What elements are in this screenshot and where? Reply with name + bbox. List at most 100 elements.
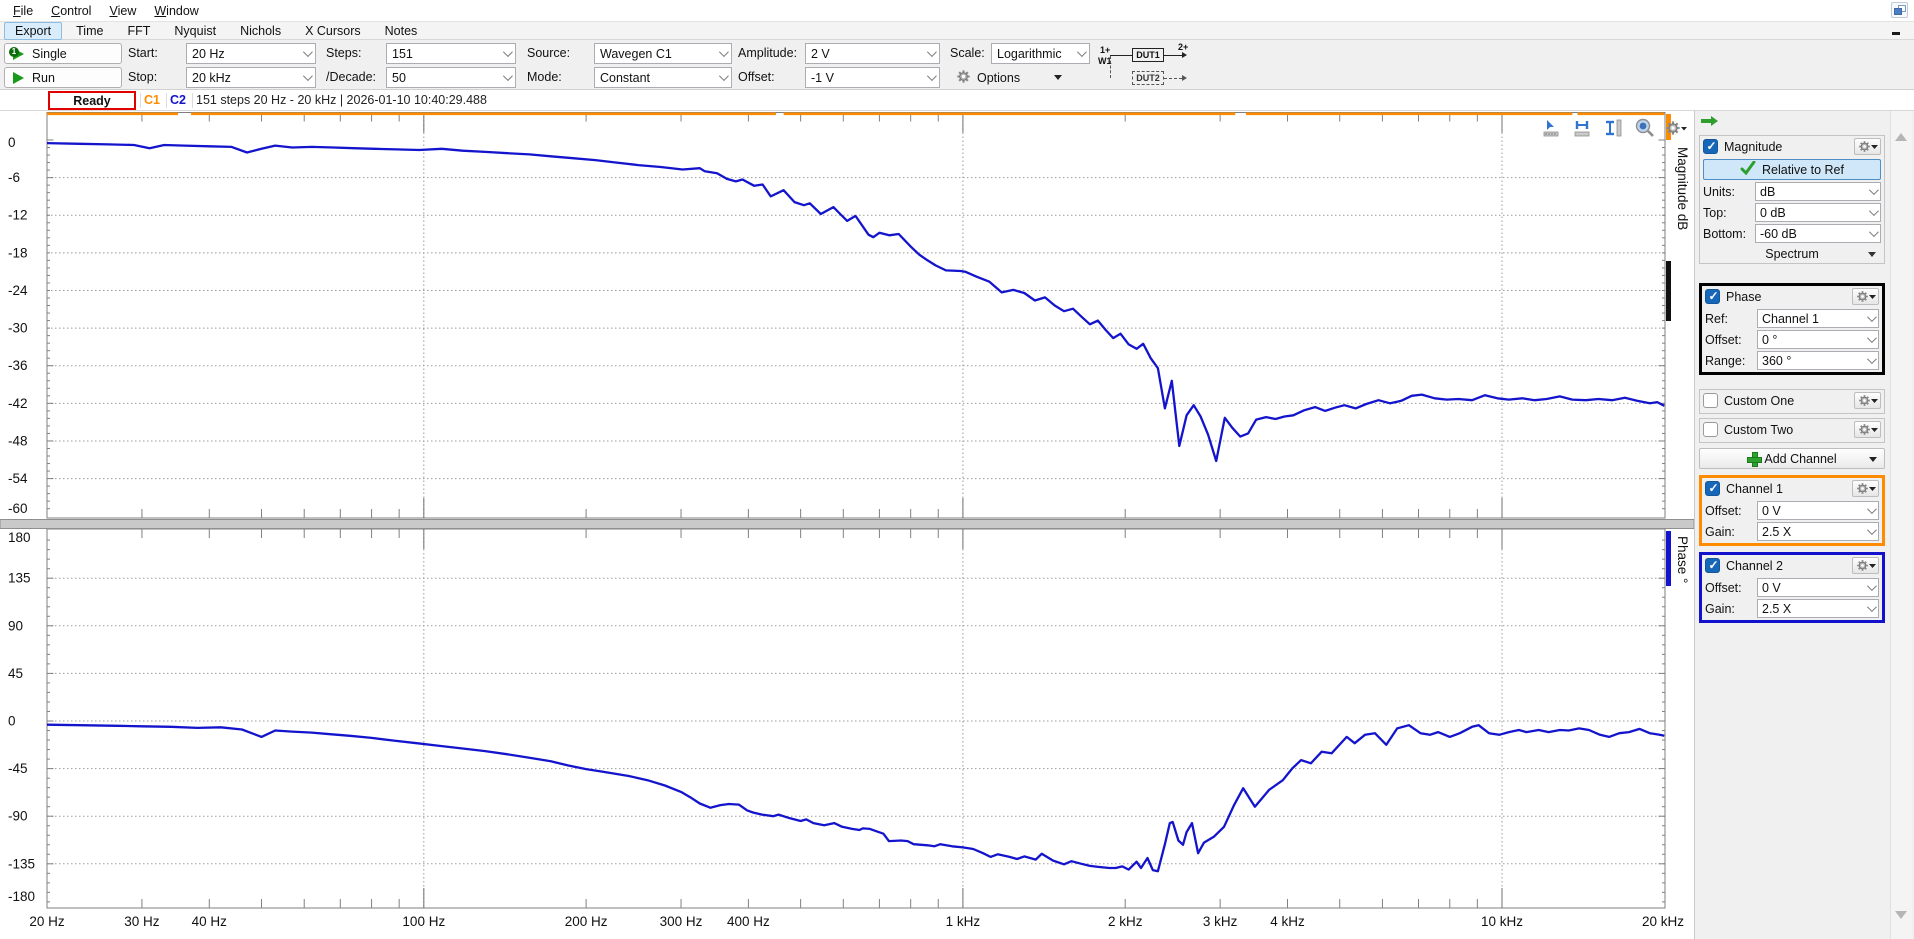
- tab-time[interactable]: Time: [66, 23, 113, 39]
- chevron-down-icon: [1869, 457, 1877, 462]
- svg-text:Phase °: Phase °: [1675, 536, 1690, 583]
- tab-export[interactable]: Export: [4, 22, 62, 40]
- panel-scrollbar[interactable]: [1890, 111, 1912, 939]
- svg-text:Magnitude dB: Magnitude dB: [1675, 147, 1690, 230]
- phase-checkbox[interactable]: [1705, 289, 1720, 304]
- svg-text:-180: -180: [8, 889, 35, 904]
- bottom-select[interactable]: -60 dB: [1755, 224, 1881, 243]
- svg-text:-48: -48: [8, 433, 28, 448]
- custom-one-gear-icon[interactable]: [1854, 392, 1881, 409]
- restore-window-icon[interactable]: [1891, 2, 1908, 18]
- channel1-checkbox[interactable]: [1705, 481, 1720, 496]
- channel1-gear-icon[interactable]: [1852, 480, 1879, 497]
- play-icon: [13, 72, 24, 84]
- svg-text:-135: -135: [8, 856, 35, 871]
- amplitude-select[interactable]: 2 V: [805, 43, 940, 64]
- phase-offset-select[interactable]: 0 °: [1757, 330, 1879, 349]
- bode-plot-svg: 0-6-12-18-24-30-36-42-48-54-601801359045…: [0, 111, 1694, 939]
- tab-nichols[interactable]: Nichols: [230, 23, 291, 39]
- svg-text:20 Hz: 20 Hz: [29, 914, 65, 929]
- bode-plot-area[interactable]: 0-6-12-18-24-30-36-42-48-54-601801359045…: [0, 111, 1694, 939]
- svg-text:300 Hz: 300 Hz: [660, 914, 703, 929]
- tab-x-cursors[interactable]: X Cursors: [295, 23, 371, 39]
- menu-control[interactable]: Control: [42, 2, 100, 20]
- channel2-title: Channel 2: [1726, 559, 1846, 573]
- custom-two-title: Custom Two: [1724, 423, 1848, 437]
- ch1-gain-select[interactable]: 2.5 X: [1757, 522, 1879, 541]
- field-label: Mode:: [527, 70, 562, 84]
- relative-to-ref-button[interactable]: Relative to Ref: [1703, 159, 1881, 180]
- single-badge: 1: [9, 47, 19, 57]
- toolbar: 1 Single Start:20 HzSteps:151Source:Wave…: [0, 40, 1914, 90]
- channel2-status-label[interactable]: C2: [170, 93, 186, 107]
- svg-text:100 Hz: 100 Hz: [402, 914, 445, 929]
- run-button[interactable]: Run: [4, 67, 122, 88]
- svg-text:3 kHz: 3 kHz: [1203, 914, 1238, 929]
- custom-two-checkbox[interactable]: [1703, 422, 1718, 437]
- offset-select[interactable]: -1 V: [805, 67, 940, 88]
- field-label: Start:: [128, 46, 158, 60]
- pop-out-arrow-icon[interactable]: [1701, 115, 1718, 130]
- channel1-status-label[interactable]: C1: [144, 93, 160, 107]
- menu-view[interactable]: View: [100, 2, 145, 20]
- svg-text:90: 90: [8, 618, 23, 633]
- zoom-icon[interactable]: [1633, 116, 1657, 140]
- bottom-label: Bottom:: [1703, 227, 1755, 241]
- source-select[interactable]: Wavegen C1: [594, 43, 732, 64]
- svg-text:1 kHz: 1 kHz: [946, 914, 981, 929]
- spectrum-label: Spectrum: [1765, 247, 1819, 261]
- ch2-gain-select[interactable]: 2.5 X: [1757, 599, 1879, 618]
- single-button[interactable]: 1 Single: [4, 43, 122, 64]
- channel2-card: Channel 2 Offset: 0 V Gain: 2.5 X: [1699, 552, 1885, 623]
- ref-select[interactable]: Channel 1: [1757, 309, 1879, 328]
- menu-file[interactable]: File: [4, 2, 42, 20]
- field-label: Source:: [527, 46, 570, 60]
- dut-1plus-label: 1+: [1100, 45, 1110, 55]
- phase-title: Phase: [1726, 290, 1846, 304]
- custom-one-checkbox[interactable]: [1703, 393, 1718, 408]
- tab-fft[interactable]: FFT: [117, 23, 160, 39]
- network-analyzer-window: { "menu": { "items": ["File","Control","…: [0, 0, 1914, 939]
- range-select[interactable]: 360 °: [1757, 351, 1879, 370]
- scroll-down-icon[interactable]: [1895, 911, 1907, 919]
- options-button[interactable]: Options: [950, 67, 1090, 88]
- ch2-gain-label: Gain:: [1705, 602, 1757, 616]
- gear-icon: [956, 69, 971, 87]
- start-select[interactable]: 20 Hz: [186, 43, 316, 64]
- minimize-strip-icon[interactable]: [1892, 32, 1900, 35]
- mode-select[interactable]: Constant: [594, 67, 732, 88]
- units-select[interactable]: dB: [1755, 182, 1881, 201]
- add-channel-button[interactable]: Add Channel: [1699, 448, 1885, 469]
- scroll-up-icon[interactable]: [1895, 133, 1907, 141]
- svg-text:-60: -60: [8, 501, 28, 516]
- menu-window[interactable]: Window: [145, 2, 207, 20]
- decade-select[interactable]: 50: [386, 67, 516, 88]
- scale-select[interactable]: Logarithmic: [991, 43, 1090, 64]
- ch1-offset-select[interactable]: 0 V: [1757, 501, 1879, 520]
- svg-text:135: 135: [8, 571, 31, 586]
- steps-select[interactable]: 151: [386, 43, 516, 64]
- svg-text:-42: -42: [8, 396, 28, 411]
- tab-nyquist[interactable]: Nyquist: [164, 23, 226, 39]
- measure-cursor-icon[interactable]: [1540, 116, 1564, 140]
- field-label: Scale:: [950, 46, 985, 60]
- tab-notes[interactable]: Notes: [375, 23, 428, 39]
- top-select[interactable]: 0 dB: [1755, 203, 1881, 222]
- horizontal-cursors-icon[interactable]: [1571, 116, 1595, 140]
- phase-gear-icon[interactable]: [1852, 288, 1879, 305]
- svg-text:-54: -54: [8, 471, 28, 486]
- magnitude-card: Magnitude Relative to Ref Units: dB Top:…: [1699, 135, 1885, 264]
- ch1-offset-label: Offset:: [1705, 504, 1757, 518]
- svg-text:20 kHz: 20 kHz: [1642, 914, 1684, 929]
- magnitude-checkbox[interactable]: [1703, 139, 1718, 154]
- custom-two-gear-icon[interactable]: [1854, 421, 1881, 438]
- vertical-cursors-icon[interactable]: [1602, 116, 1626, 140]
- channel2-checkbox[interactable]: [1705, 558, 1720, 573]
- stop-select[interactable]: 20 kHz: [186, 67, 316, 88]
- magnitude-gear-icon[interactable]: [1854, 138, 1881, 155]
- channel2-gear-icon[interactable]: [1852, 557, 1879, 574]
- ch2-offset-select[interactable]: 0 V: [1757, 578, 1879, 597]
- plot-settings-gear-icon[interactable]: [1664, 116, 1688, 140]
- field-label: Amplitude:: [738, 46, 797, 60]
- spectrum-dropdown[interactable]: Spectrum: [1700, 245, 1884, 263]
